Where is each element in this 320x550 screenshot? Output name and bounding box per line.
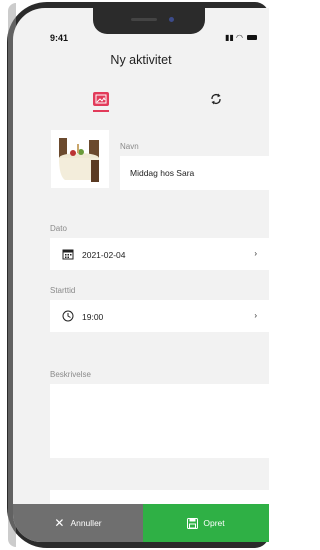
name-input[interactable]: Middag hos Sara: [120, 156, 269, 190]
description-label: Beskrivelse: [50, 370, 91, 379]
status-bar: [13, 8, 269, 36]
save-button[interactable]: Opret: [143, 504, 269, 542]
cancel-button[interactable]: ✕ Annuller: [13, 504, 143, 542]
close-icon: ✕: [54, 516, 65, 530]
status-icons: ▮▮ ◠: [225, 33, 258, 42]
chevron-right-icon: ›: [254, 311, 257, 320]
activity-image[interactable]: [51, 130, 109, 188]
save-icon: [187, 517, 199, 529]
action-bar: ✕ Annuller Opret: [13, 504, 269, 542]
date-value: 2021-02-04: [82, 250, 126, 260]
battery-icon: [247, 35, 258, 41]
date-row[interactable]: 2021-02-04 ›: [50, 238, 269, 270]
notch: [93, 8, 205, 34]
save-label: Opret: [203, 518, 225, 528]
dining-table-picture: [51, 130, 109, 188]
app-screen: 9:41 ▮▮ ◠ Ny aktivitet Navn Middag hos S…: [13, 8, 269, 542]
start-time-row[interactable]: 19:00 ›: [50, 300, 269, 332]
description-input[interactable]: [50, 384, 269, 458]
image-icon[interactable]: [93, 92, 109, 106]
camera: [169, 17, 174, 22]
wifi-icon: ◠: [236, 33, 244, 42]
cancel-label: Annuller: [70, 518, 102, 528]
calendar-icon: [62, 249, 74, 260]
date-label: Dato: [50, 224, 67, 233]
start-label: Starttid: [50, 286, 76, 295]
chevron-right-icon: ›: [254, 249, 257, 258]
start-time-value: 19:00: [82, 312, 104, 322]
repeat-icon[interactable]: [209, 92, 223, 106]
tab-bar: [13, 84, 269, 124]
status-time: 9:41: [50, 33, 69, 43]
name-value: Middag hos Sara: [130, 168, 195, 178]
clock-icon: [62, 310, 74, 322]
page-title: Ny aktivitet: [110, 53, 172, 67]
signal-icon: ▮▮: [225, 33, 234, 42]
name-label: Navn: [120, 142, 139, 151]
active-tab-indicator: [93, 110, 109, 112]
speaker: [131, 18, 157, 21]
